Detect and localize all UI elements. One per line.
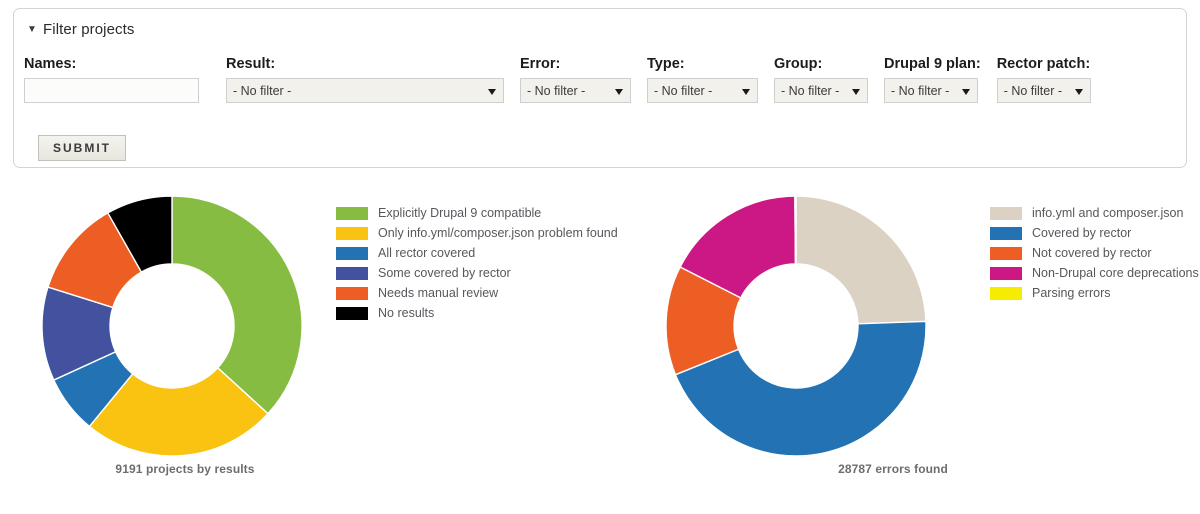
drupal9-plan-select-value: - No filter - [891, 83, 950, 98]
legend-item[interactable]: Needs manual review [336, 283, 618, 303]
legend-item[interactable]: Covered by rector [990, 223, 1199, 243]
errors-donut-slices [665, 195, 927, 457]
type-select-value: - No filter - [654, 83, 713, 98]
legend-swatch-icon [990, 246, 1022, 260]
legend-item-label: No results [378, 305, 435, 320]
field-drupal9-plan: Drupal 9 plan: - No filter - [884, 57, 981, 103]
triangle-down-icon: ▼ [27, 23, 37, 35]
donut-slice[interactable] [795, 195, 927, 325]
field-label-type: Type: [647, 56, 685, 72]
field-label-result: Result: [226, 56, 276, 72]
legend-item[interactable]: Non-Drupal core deprecations [990, 263, 1199, 283]
legend-item-label: All rector covered [378, 245, 476, 260]
submit-button[interactable]: SUBMIT [38, 135, 126, 161]
legend-item-label: Parsing errors [1032, 285, 1111, 300]
legend-item[interactable]: No results [336, 303, 618, 323]
group-select-value: - No filter - [781, 83, 840, 98]
legend-item-label: Explicitly Drupal 9 compatible [378, 205, 542, 220]
filter-panel-title: Filter projects [43, 21, 135, 38]
field-label-group: Group: [774, 56, 823, 72]
field-names: Names: [24, 57, 199, 103]
group-select[interactable]: - No filter - [774, 78, 868, 103]
legend-swatch-icon [990, 266, 1022, 280]
chevron-down-icon [488, 88, 496, 95]
chevron-down-icon [615, 88, 623, 95]
errors-donut [662, 192, 930, 465]
result-select[interactable]: - No filter - [226, 78, 504, 103]
legend-swatch-icon [336, 226, 368, 240]
legend-item[interactable]: Not covered by rector [990, 243, 1199, 263]
legend-item-label: Covered by rector [1032, 225, 1132, 240]
legend-swatch-icon [336, 306, 368, 320]
legend-swatch-icon [990, 226, 1022, 240]
chevron-down-icon [962, 88, 970, 95]
errors-chart-legend: info.yml and composer.json Covered by rec… [990, 203, 1199, 303]
legend-item[interactable]: All rector covered [336, 243, 618, 263]
legend-swatch-icon [990, 206, 1022, 220]
names-input[interactable] [24, 78, 199, 103]
donut-slice[interactable] [171, 195, 303, 415]
legend-swatch-icon [336, 206, 368, 220]
type-select[interactable]: - No filter - [647, 78, 758, 103]
projects-chart-caption: 9191 projects by results [115, 462, 255, 476]
legend-swatch-icon [336, 266, 368, 280]
legend-item-label: Not covered by rector [1032, 245, 1152, 260]
rector-patch-select-value: - No filter - [1003, 83, 1063, 98]
field-group: Group: - No filter - [774, 57, 868, 103]
donut-slice[interactable] [794, 195, 797, 265]
legend-item-label: info.yml and composer.json [1032, 205, 1184, 220]
chevron-down-icon [742, 88, 750, 95]
filter-projects-panel: ▼ Filter projects Names: Result: - No fi… [13, 8, 1187, 168]
legend-item-label: Needs manual review [378, 285, 499, 300]
field-label-error: Error: [520, 56, 561, 72]
legend-item-label: Non-Drupal core deprecations [1032, 265, 1199, 280]
projects-donut-slices [41, 195, 303, 457]
drupal9-plan-select[interactable]: - No filter - [884, 78, 978, 103]
legend-swatch-icon [336, 246, 368, 260]
field-type: Type: - No filter - [647, 57, 758, 103]
legend-item[interactable]: Only info.yml/composer.json problem foun… [336, 223, 618, 243]
rector-patch-select[interactable]: - No filter - [996, 78, 1091, 103]
field-label-rector-patch: Rector patch: [996, 56, 1091, 72]
legend-item[interactable]: Explicitly Drupal 9 compatible [336, 203, 618, 223]
projects-donut-svg [41, 195, 303, 457]
legend-item[interactable]: info.yml and composer.json [990, 203, 1199, 223]
projects-donut [38, 192, 306, 465]
field-label-drupal9-plan: Drupal 9 plan: [884, 56, 981, 72]
errors-chart-caption: 28787 errors found [838, 462, 948, 476]
legend-item-label: Only info.yml/composer.json problem foun… [378, 225, 618, 240]
field-label-names: Names: [24, 56, 77, 72]
legend-item-label: Some covered by rector [378, 265, 511, 280]
chevron-down-icon [852, 88, 860, 95]
field-result: Result: - No filter - [226, 57, 504, 103]
field-error: Error: - No filter - [520, 57, 631, 103]
field-rector-patch: Rector patch: - No filter - [996, 56, 1091, 103]
projects-chart-legend: Explicitly Drupal 9 compatible Only info.… [336, 203, 618, 323]
error-select-value: - No filter - [527, 83, 586, 98]
error-select[interactable]: - No filter - [520, 78, 631, 103]
legend-swatch-icon [336, 286, 368, 300]
result-select-value: - No filter - [233, 83, 292, 98]
filter-fields-row: Names: Result: - No filter - Error: - No… [24, 57, 1091, 103]
legend-item[interactable]: Parsing errors [990, 283, 1199, 303]
legend-swatch-icon [990, 286, 1022, 300]
filter-panel-disclosure[interactable]: ▼ Filter projects [27, 21, 135, 38]
errors-donut-svg [665, 195, 927, 457]
chevron-down-icon [1074, 88, 1083, 95]
legend-item[interactable]: Some covered by rector [336, 263, 618, 283]
